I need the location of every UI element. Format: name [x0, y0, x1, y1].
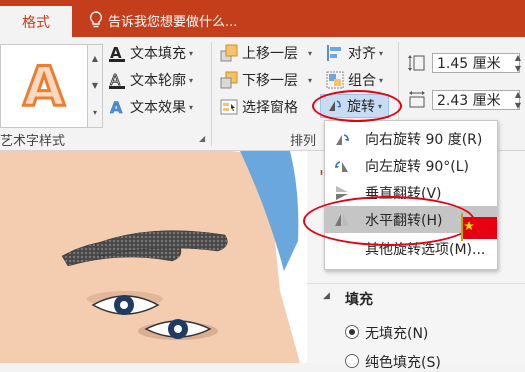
red-flag-marker: [461, 213, 497, 241]
group-button[interactable]: 组合 ▾: [326, 69, 383, 91]
annotation-ellipse-flip-horizontal: [303, 196, 475, 246]
chevron-down-icon: ▾: [379, 75, 384, 85]
text-fill-label: 文本填充: [130, 46, 186, 62]
bring-forward-label: 上移一层: [242, 46, 298, 62]
arrange-group-label: 排列: [290, 134, 317, 149]
chevron-down-icon: ▾: [189, 48, 194, 58]
chevron-down-icon: ▾: [379, 48, 384, 58]
spin-up-icon[interactable]: ▲: [515, 53, 521, 62]
collapse-icon[interactable]: ◢: [323, 291, 330, 301]
height-spinner[interactable]: ▲ ▼: [512, 53, 524, 73]
scroll-down-icon[interactable]: ▼: [88, 72, 102, 99]
face-illustration: [0, 151, 307, 363]
spin-up-icon[interactable]: ▲: [515, 90, 521, 99]
align-button[interactable]: 对齐 ▾: [326, 42, 383, 64]
chevron-down-icon: ▾: [189, 75, 194, 85]
wordart-preview: A: [22, 53, 67, 119]
chevron-down-icon: ▾: [189, 102, 194, 112]
menu-item-label: 向左旋转 90°(L): [365, 158, 469, 175]
text-outline-button[interactable]: A 文本轮廓 ▾: [108, 69, 193, 91]
text-fill-icon: A: [108, 44, 126, 62]
send-backward-label: 下移一层: [242, 73, 298, 89]
pane-divider: [307, 283, 525, 284]
text-outline-label: 文本轮廓: [130, 73, 186, 89]
title-bar: [0, 0, 525, 37]
width-spinner[interactable]: ▲ ▼: [512, 90, 524, 110]
text-effects-button[interactable]: A 文本效果 ▾: [108, 96, 193, 118]
group-label: 组合: [348, 73, 376, 89]
wordart-style-gallery[interactable]: A: [0, 44, 88, 128]
gallery-expand-icon[interactable]: ▾: [88, 99, 102, 126]
rotate-dropdown-menu: 向右旋转 90 度(R) 向左旋转 90°(L) 垂直翻转(V) 水平翻转(H)…: [324, 120, 498, 270]
send-backward-button[interactable]: 下移一层 ▾: [220, 69, 312, 91]
solid-fill-radio[interactable]: [345, 354, 359, 368]
no-fill-radio[interactable]: [345, 325, 359, 339]
tab-format[interactable]: 格式: [0, 6, 72, 37]
fill-section-header[interactable]: 填充: [345, 289, 373, 309]
dialog-launcher-icon[interactable]: ◢: [199, 134, 207, 143]
align-icon: [326, 44, 344, 62]
shape-height-input[interactable]: 1.45 厘米: [432, 53, 520, 73]
text-outline-icon: A: [108, 71, 126, 89]
group-icon: [326, 71, 344, 89]
svg-text:A: A: [110, 98, 123, 116]
scroll-up-icon[interactable]: ▲: [88, 45, 102, 72]
spin-down-icon[interactable]: ▼: [515, 64, 521, 73]
wordart-styles-group-label: 艺术字样式: [0, 134, 66, 149]
gallery-scroller[interactable]: ▲ ▼ ▾: [87, 44, 103, 128]
text-fill-button[interactable]: A 文本填充 ▾: [108, 42, 193, 64]
chevron-down-icon: ▾: [308, 48, 313, 58]
solid-fill-label: 纯色填充(S): [365, 355, 441, 371]
no-fill-label: 无填充(N): [365, 326, 429, 342]
menu-item-rotate-right-90[interactable]: 向右旋转 90 度(R): [325, 125, 497, 152]
shape-height-icon: [408, 54, 426, 72]
text-effects-icon: A: [108, 98, 126, 118]
tell-me-search[interactable]: 告诉我您想要做什么...: [88, 8, 237, 32]
bring-forward-icon: [220, 44, 238, 62]
shape-width-input[interactable]: 2.43 厘米: [432, 90, 520, 110]
text-effects-label: 文本效果: [130, 100, 186, 116]
chevron-down-icon: ▾: [308, 75, 313, 85]
rotate-right-icon: [336, 133, 349, 145]
slide-canvas[interactable]: [0, 151, 307, 363]
menu-item-rotate-left-90[interactable]: 向左旋转 90°(L): [325, 152, 497, 179]
selection-pane-label: 选择窗格: [242, 100, 298, 116]
shape-width-icon: [408, 91, 426, 109]
annotation-ellipse-rotate: [312, 90, 402, 122]
menu-item-label: 向右旋转 90 度(R): [365, 131, 483, 148]
send-backward-icon: [220, 71, 238, 89]
tell-me-text: 告诉我您想要做什么...: [108, 14, 238, 30]
selection-pane-button[interactable]: 选择窗格: [220, 96, 298, 118]
lightbulb-icon: [89, 11, 103, 28]
group-divider: [211, 42, 212, 146]
bring-forward-button[interactable]: 上移一层 ▾: [220, 42, 312, 64]
rotate-left-icon: [335, 160, 348, 172]
align-label: 对齐: [348, 46, 376, 62]
spin-down-icon[interactable]: ▼: [515, 101, 521, 110]
selection-pane-icon: [220, 98, 238, 116]
